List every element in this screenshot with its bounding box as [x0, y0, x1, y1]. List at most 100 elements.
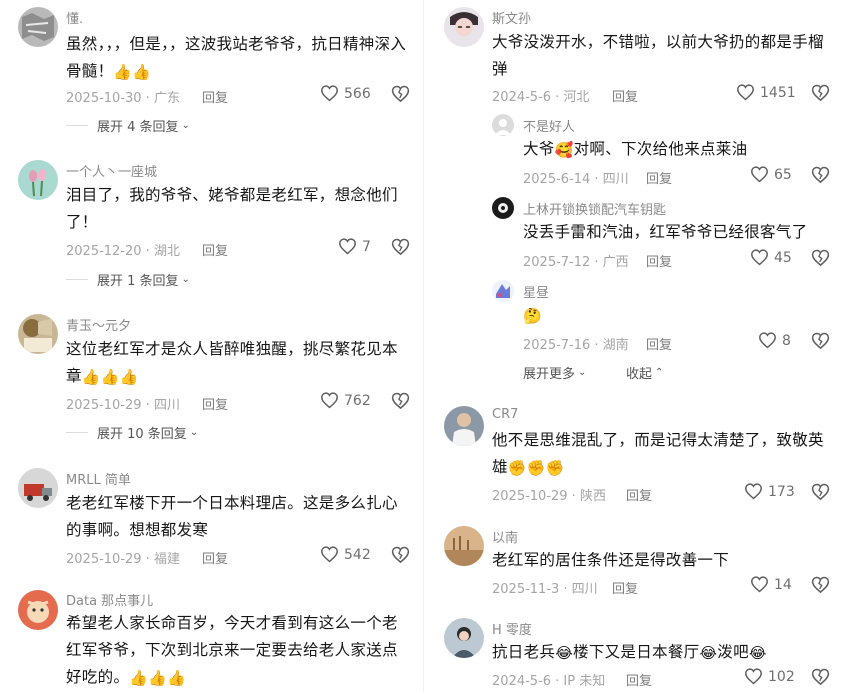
comment-date-location: 2025-11-3 · 四川: [492, 582, 598, 597]
chevron-up-icon: ⌃: [655, 367, 664, 378]
dislike-button[interactable]: [811, 84, 830, 102]
commenter-name[interactable]: 不是好人: [523, 116, 575, 135]
like-count: 65: [774, 166, 792, 183]
reply-text: 🤔: [523, 302, 835, 329]
reply-button[interactable]: 回复: [202, 87, 228, 106]
like-button[interactable]: 762: [320, 392, 371, 409]
commenter-name[interactable]: CR7: [492, 407, 518, 422]
expand-replies-button[interactable]: 展开 1 条回复 ⌄: [66, 270, 190, 289]
commenter-name[interactable]: Data 那点事儿: [66, 590, 153, 609]
reply-button[interactable]: 回复: [646, 251, 672, 270]
dislike-button[interactable]: [811, 483, 830, 501]
avatar[interactable]: [18, 7, 58, 47]
reply-button[interactable]: 回复: [612, 86, 638, 105]
avatar[interactable]: [492, 114, 514, 136]
chevron-down-icon: ⌄: [578, 367, 587, 378]
commenter-name[interactable]: 星昼: [523, 282, 549, 301]
divider-line: [66, 279, 88, 280]
like-button[interactable]: 8: [758, 332, 791, 349]
avatar[interactable]: [18, 314, 58, 354]
comment-text: 这位老红军才是众人皆醉唯独醒，挑尽繁花见本章👍👍👍: [66, 340, 398, 386]
reply-button[interactable]: 回复: [646, 334, 672, 353]
avatar[interactable]: [18, 590, 58, 630]
reply-button[interactable]: 回复: [202, 548, 228, 567]
avatar[interactable]: [492, 280, 514, 302]
broken-heart-icon: [811, 576, 830, 594]
comment-text: 泪目了，我的爷爷、姥爷都是老红军，想念他们了！: [66, 186, 398, 231]
raised-fist-emoji: ✊✊✊: [507, 459, 565, 477]
like-button[interactable]: 7: [338, 238, 371, 255]
reply-button[interactable]: 回复: [626, 485, 652, 504]
dislike-button[interactable]: [811, 576, 830, 594]
comment-text: 大爷没泼开水，不错啦，以前大爷扔的都是手榴弹: [492, 33, 824, 78]
broken-heart-icon: [391, 546, 410, 564]
like-button[interactable]: 542: [320, 546, 371, 563]
heart-icon: [745, 668, 762, 685]
broken-heart-icon: [811, 483, 830, 501]
like-button[interactable]: 45: [750, 249, 792, 266]
broken-heart-icon: [811, 166, 830, 184]
avatar[interactable]: [18, 468, 58, 508]
expand-replies-button[interactable]: 展开 4 条回复 ⌄: [66, 116, 190, 135]
broken-heart-icon: [391, 392, 410, 410]
reply-text: 没丢手雷和汽油，红军爷爷已经很客气了: [523, 223, 808, 241]
heart-icon: [737, 84, 754, 101]
heart-icon: [751, 249, 768, 266]
thumbs-up-emoji: 👍👍: [113, 63, 152, 81]
avatar[interactable]: [444, 526, 484, 566]
comment-date-location: 2024-5-6 · 河北: [492, 90, 590, 105]
avatar[interactable]: [444, 7, 484, 47]
commenter-name[interactable]: 一个人丶一座城: [66, 161, 157, 180]
reply-button[interactable]: 回复: [612, 578, 638, 597]
show-more-button[interactable]: 展开更多 ⌄: [523, 363, 586, 382]
reply-text: 大爷🥰对啊、下次给他来点莱油: [523, 140, 748, 159]
dislike-button[interactable]: [391, 238, 410, 256]
like-button[interactable]: 14: [750, 576, 792, 593]
broken-heart-icon: [811, 332, 830, 350]
dislike-button[interactable]: [391, 392, 410, 410]
commenter-name[interactable]: 青玉～元夕: [66, 315, 131, 334]
thinking-emoji: 🤔: [523, 307, 542, 325]
comment-text: 希望老人家长命百岁，今天才看到有这么一个老红军爷爷，下次到北京来一定要去给老人家…: [66, 614, 398, 687]
like-button[interactable]: 102: [744, 668, 795, 685]
heart-icon: [745, 483, 762, 500]
commenter-name[interactable]: 斯文孙: [492, 8, 531, 27]
commenter-name[interactable]: MRLL 简单: [66, 469, 131, 488]
reply-button[interactable]: 回复: [202, 240, 228, 259]
like-button[interactable]: 65: [750, 166, 792, 183]
chevron-down-icon: ⌄: [189, 427, 199, 438]
commenter-name[interactable]: 懂.: [66, 8, 83, 27]
like-button[interactable]: 1451: [736, 84, 796, 101]
like-count: 566: [344, 85, 371, 102]
dislike-button[interactable]: [811, 668, 830, 686]
avatar[interactable]: [492, 197, 514, 219]
reply-button[interactable]: 回复: [202, 394, 228, 413]
dislike-button[interactable]: [811, 166, 830, 184]
avatar[interactable]: [18, 160, 58, 200]
avatar[interactable]: [444, 618, 484, 658]
comment-text: 老红军的居住条件还是得改善一下: [492, 551, 730, 569]
commenter-name[interactable]: H 零度: [492, 619, 532, 638]
dislike-button[interactable]: [391, 85, 410, 103]
heart-icon: [751, 576, 768, 593]
dislike-button[interactable]: [811, 249, 830, 267]
like-button[interactable]: 566: [320, 85, 371, 102]
dislike-button[interactable]: [811, 332, 830, 350]
like-count: 45: [774, 249, 792, 266]
reply-button[interactable]: 回复: [646, 168, 672, 187]
like-count: 762: [344, 392, 371, 409]
heart-icon: [321, 392, 338, 409]
commenter-name[interactable]: 上林开锁换锁配汽车钥匙: [523, 199, 666, 218]
reply-button[interactable]: 回复: [626, 670, 652, 689]
avatar[interactable]: [444, 406, 484, 446]
dislike-button[interactable]: [391, 546, 410, 564]
broken-heart-icon: [811, 668, 830, 686]
collapse-button[interactable]: 收起 ⌃: [626, 363, 663, 382]
like-button[interactable]: 173: [744, 483, 795, 500]
broken-heart-icon: [811, 84, 830, 102]
commenter-name[interactable]: 以南: [492, 527, 518, 546]
comment-date-location: 2025-10-29 · 陕西: [492, 489, 606, 504]
expand-replies-button[interactable]: 展开 10 条回复 ⌄: [66, 423, 198, 442]
tears-of-joy-emoji: 😂: [555, 644, 574, 662]
like-count: 14: [774, 576, 792, 593]
